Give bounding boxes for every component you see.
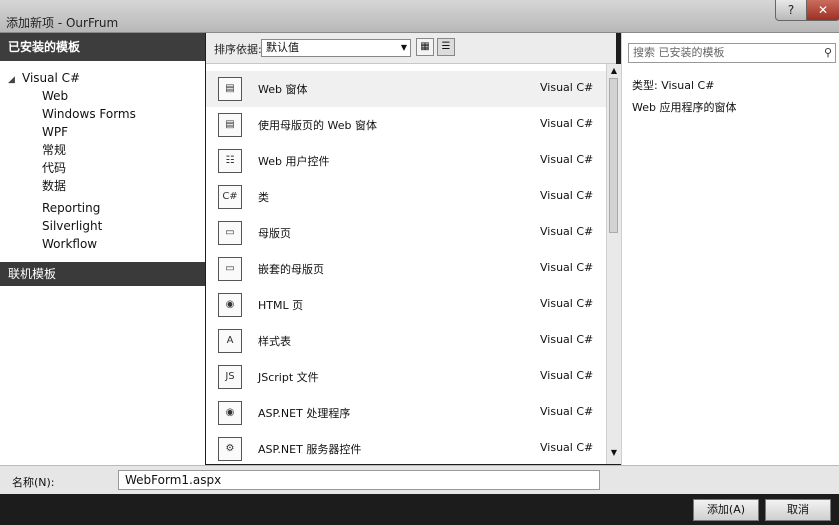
template-description: Web 应用程序的窗体 <box>632 101 737 114</box>
sort-value: 默认值 <box>266 41 299 54</box>
template-name: HTML 页 <box>258 299 304 312</box>
template-language: Visual C# <box>540 117 594 130</box>
template-category-panel: 已安装的模板 ◢ Visual C# Web Windows Forms WPF… <box>0 33 205 465</box>
medium-icons-view-icon[interactable]: ▦ <box>416 38 434 56</box>
jscript-icon: JS <box>218 365 242 389</box>
button-bar: 添加(A) 取消 <box>0 494 839 525</box>
scroll-down-icon[interactable]: ▼ <box>607 448 621 457</box>
template-name: ASP.NET 处理程序 <box>258 407 351 420</box>
template-name: 使用母版页的 Web 窗体 <box>258 119 377 132</box>
tree-node-code[interactable]: 代码 <box>42 159 66 177</box>
web-form-icon: ▤ <box>218 77 242 101</box>
template-language: Visual C# <box>540 189 594 202</box>
template-language: Visual C# <box>540 225 594 238</box>
template-language: Visual C# <box>540 441 594 454</box>
template-name: Web 窗体 <box>258 83 308 96</box>
tree-node-reporting[interactable]: Reporting <box>42 199 100 217</box>
tree-node-visual-csharp[interactable]: Visual C# <box>22 69 80 87</box>
template-item-stylesheet[interactable]: A 样式表 Visual C# <box>206 323 610 359</box>
template-language: Visual C# <box>540 333 594 346</box>
help-button[interactable]: ? <box>775 0 807 21</box>
installed-templates-header[interactable]: 已安装的模板 <box>0 33 205 61</box>
template-item-web-form-master[interactable]: ▤ 使用母版页的 Web 窗体 Visual C# <box>206 107 610 143</box>
handler-icon: ◉ <box>218 401 242 425</box>
template-item-class[interactable]: C# 类 Visual C# <box>206 179 610 215</box>
template-list-scrollbar[interactable]: ▲ ▼ <box>606 64 621 464</box>
tree-node-windows-forms[interactable]: Windows Forms <box>42 105 136 123</box>
online-templates-header[interactable]: 联机模板 <box>0 262 205 286</box>
template-details-panel: 搜索 已安装的模板 ⚲ 类型: Visual C# Web 应用程序的窗体 <box>621 33 839 465</box>
template-type: 类型: Visual C# <box>632 79 715 92</box>
name-bar: 名称(N): WebForm1.aspx <box>0 465 839 494</box>
nested-master-icon: ▭ <box>218 257 242 281</box>
search-placeholder: 搜索 已安装的模板 <box>633 46 725 59</box>
template-search-input[interactable]: 搜索 已安装的模板 ⚲ <box>628 43 836 63</box>
list-view-icon[interactable]: ☰ <box>437 38 455 56</box>
template-item-user-control[interactable]: ☷ Web 用户控件 Visual C# <box>206 143 610 179</box>
name-input[interactable]: WebForm1.aspx <box>118 470 600 490</box>
template-name: JScript 文件 <box>258 371 319 384</box>
sort-toolbar: 排序依据: 默认值 ▼ ▦ ☰ <box>206 33 616 64</box>
template-item-html-page[interactable]: ◉ HTML 页 Visual C# <box>206 287 610 323</box>
template-language: Visual C# <box>540 81 594 94</box>
scrollbar-thumb[interactable] <box>609 78 618 233</box>
template-name: Web 用户控件 <box>258 155 330 168</box>
tree-node-data[interactable]: 数据 <box>42 177 66 195</box>
tree-node-wpf[interactable]: WPF <box>42 123 68 141</box>
close-button[interactable]: ✕ <box>806 0 839 21</box>
template-language: Visual C# <box>540 153 594 166</box>
add-new-item-dialog: 添加新项 - OurFrum ? ✕ 已安装的模板 ◢ Visual C# We… <box>0 0 839 525</box>
web-form-master-icon: ▤ <box>218 113 242 137</box>
template-item-master-page[interactable]: ▭ 母版页 Visual C# <box>206 215 610 251</box>
name-label: 名称(N): <box>12 476 55 489</box>
sort-dropdown[interactable]: 默认值 ▼ <box>261 39 411 57</box>
window-title: 添加新项 - OurFrum <box>6 16 119 30</box>
tree-node-silverlight[interactable]: Silverlight <box>42 217 102 235</box>
template-item-handler[interactable]: ◉ ASP.NET 处理程序 Visual C# <box>206 395 610 431</box>
search-icon[interactable]: ⚲ <box>824 44 832 62</box>
server-control-icon: ⚙ <box>218 437 242 461</box>
tree-node-general[interactable]: 常规 <box>42 141 66 159</box>
add-button[interactable]: 添加(A) <box>693 499 759 521</box>
title-bar: 添加新项 - OurFrum ? ✕ <box>0 0 839 33</box>
template-item-jscript[interactable]: JS JScript 文件 Visual C# <box>206 359 610 395</box>
scroll-up-icon[interactable]: ▲ <box>607 66 621 75</box>
template-list: ▤ Web 窗体 Visual C# ▤ 使用母版页的 Web 窗体 Visua… <box>206 64 610 464</box>
template-language: Visual C# <box>540 369 594 382</box>
template-language: Visual C# <box>540 261 594 274</box>
user-control-icon: ☷ <box>218 149 242 173</box>
stylesheet-icon: A <box>218 329 242 353</box>
class-icon: C# <box>218 185 242 209</box>
master-page-icon: ▭ <box>218 221 242 245</box>
expand-triangle-icon[interactable]: ◢ <box>8 75 15 85</box>
template-name: 母版页 <box>258 227 291 240</box>
template-item-web-form[interactable]: ▤ Web 窗体 Visual C# <box>206 71 610 107</box>
template-item-nested-master[interactable]: ▭ 嵌套的母版页 Visual C# <box>206 251 610 287</box>
cancel-button[interactable]: 取消 <box>765 499 831 521</box>
html-page-icon: ◉ <box>218 293 242 317</box>
template-name: ASP.NET 服务器控件 <box>258 443 362 456</box>
sort-label: 排序依据: <box>214 43 262 56</box>
template-item-server-control[interactable]: ⚙ ASP.NET 服务器控件 Visual C# <box>206 431 610 464</box>
template-name: 样式表 <box>258 335 291 348</box>
template-language: Visual C# <box>540 297 594 310</box>
template-language: Visual C# <box>540 405 594 418</box>
chevron-down-icon: ▼ <box>400 43 407 52</box>
tree-node-workflow[interactable]: Workflow <box>42 235 97 253</box>
template-name: 嵌套的母版页 <box>258 263 324 276</box>
template-name: 类 <box>258 191 269 204</box>
tree-node-web[interactable]: Web <box>42 87 68 105</box>
